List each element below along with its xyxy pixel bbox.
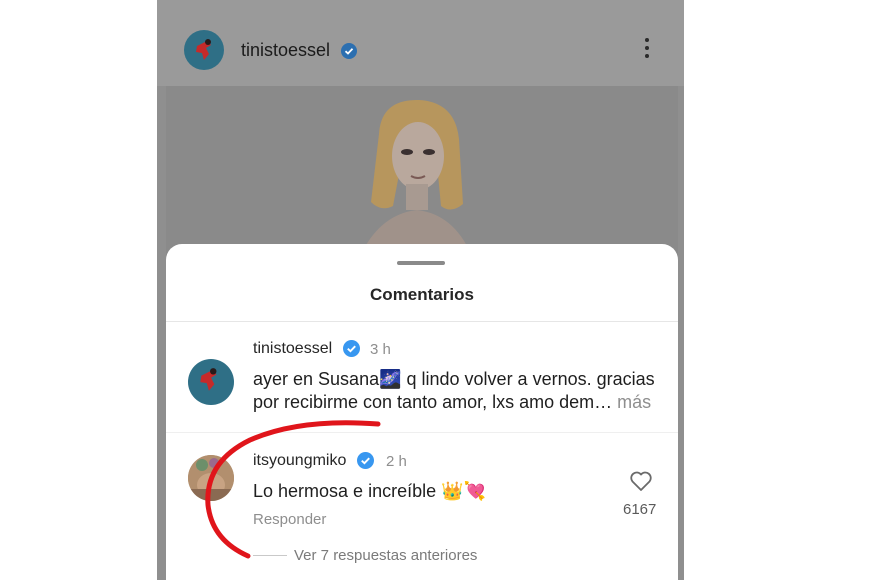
comments-sheet: Comentarios tinistoessel 3 h ayer en Sus… <box>166 244 678 580</box>
verified-badge-icon <box>342 340 360 358</box>
view-replies-button[interactable]: Ver 7 respuestas anteriores <box>294 547 477 564</box>
post-author-username[interactable]: tinistoessel <box>241 40 358 61</box>
drag-handle[interactable] <box>397 261 445 265</box>
reply-button[interactable]: Responder <box>253 511 326 528</box>
comment-avatar[interactable] <box>188 455 234 501</box>
verified-badge-icon <box>356 452 374 470</box>
comment-text: ayer en Susana🌌 q lindo volver a vernos.… <box>253 368 663 414</box>
comment-time: 2 h <box>386 453 407 470</box>
post-username-text: tinistoessel <box>241 40 331 60</box>
heart-icon[interactable] <box>629 470 653 492</box>
comment-text-line1: ayer en Susana🌌 q lindo volver a vernos.… <box>253 369 655 389</box>
divider <box>166 321 678 322</box>
more-link[interactable]: más <box>617 392 651 412</box>
comment-text-line2: por recibirme con tanto amor, lxs amo de… <box>253 392 613 412</box>
more-vertical-icon[interactable] <box>641 38 653 62</box>
divider <box>166 432 678 433</box>
post-photo-subject <box>361 99 471 254</box>
post-header: tinistoessel <box>157 0 684 86</box>
comment-time: 3 h <box>370 341 391 358</box>
comment-username[interactable]: itsyoungmiko <box>253 452 374 470</box>
post-author-avatar[interactable] <box>184 30 224 70</box>
comment-avatar[interactable] <box>188 359 234 405</box>
comment-username-text: itsyoungmiko <box>253 452 347 469</box>
comment-username-text: tinistoessel <box>253 340 333 357</box>
phone-screen: tinistoessel Comentarios tinistoessel 3 … <box>157 0 684 580</box>
comment-username[interactable]: tinistoessel <box>253 340 360 358</box>
verified-badge-icon <box>341 43 358 60</box>
replies-line <box>253 555 287 556</box>
sheet-title: Comentarios <box>370 285 474 304</box>
comment-text: Lo hermosa e increíble 👑💘 <box>253 481 486 501</box>
like-count: 6167 <box>623 501 657 518</box>
